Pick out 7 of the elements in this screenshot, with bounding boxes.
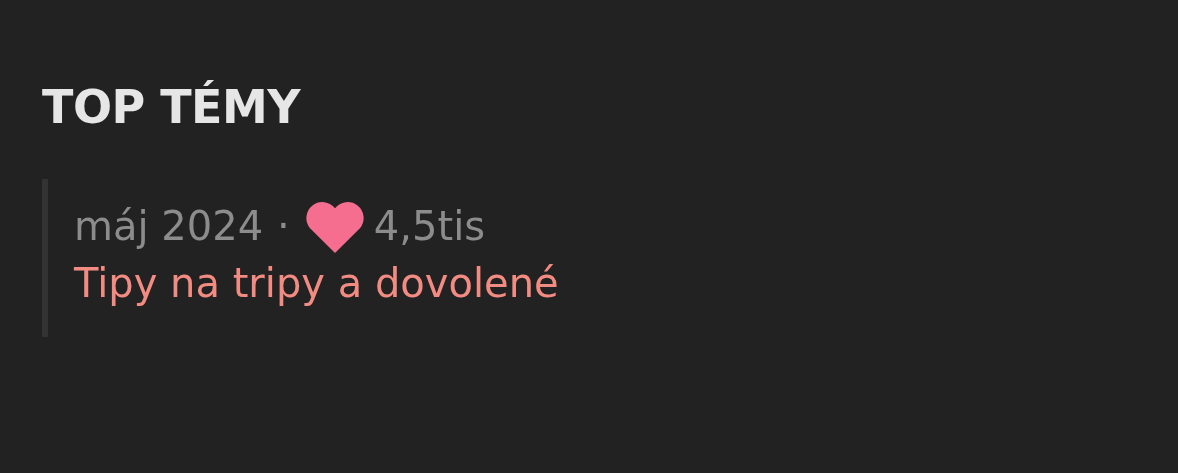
topic-link[interactable]: Tipy na tripy a dovolené (74, 259, 1178, 308)
section-title: TOP TÉMY (42, 80, 302, 136)
like-count: 4,5tis (373, 202, 486, 251)
heart-icon (303, 199, 366, 254)
topic-date: máj 2024 (74, 202, 264, 251)
separator: · (277, 202, 290, 251)
topic-card[interactable]: máj 2024 · 4,5tis Tipy na tripy a dovolené (42, 179, 1178, 338)
